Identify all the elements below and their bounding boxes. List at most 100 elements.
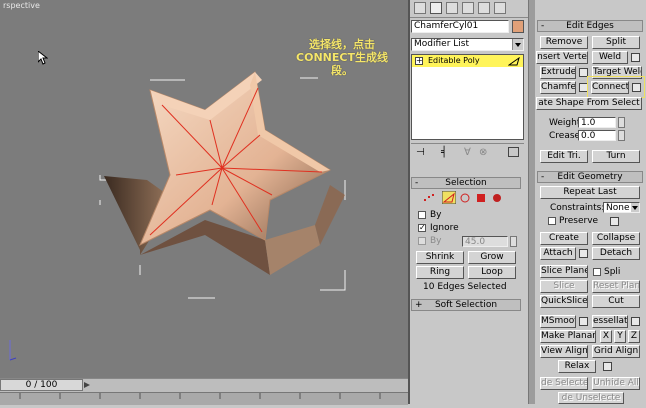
msmooth-button[interactable]: MSmooth: [540, 315, 576, 328]
configure-sets-icon[interactable]: [508, 147, 519, 157]
motion-tab-icon[interactable]: [462, 2, 474, 14]
modifier-list-label: Modifier List: [414, 39, 469, 49]
grow-button[interactable]: Grow: [468, 251, 516, 264]
track-bar[interactable]: [0, 392, 408, 405]
time-slider[interactable]: 0 / 100: [0, 379, 83, 391]
crease-field[interactable]: 0.0: [578, 130, 616, 141]
by-vertex-checkbox[interactable]: [418, 211, 426, 219]
attach-list-icon[interactable]: [579, 249, 588, 258]
detach-button[interactable]: Detach: [592, 247, 640, 260]
remove-modifier-icon[interactable]: ⊗: [479, 147, 487, 158]
polygon-mode-icon[interactable]: [476, 193, 486, 203]
vertex-mode-icon[interactable]: [423, 193, 435, 203]
angle-field[interactable]: 45.0: [462, 236, 508, 247]
ring-button[interactable]: Ring: [416, 266, 464, 279]
preserve-uvs-label: Preserve: [559, 216, 599, 226]
create-button[interactable]: Create: [540, 232, 588, 245]
expand-icon[interactable]: +: [415, 57, 423, 65]
track-ruler: [19, 393, 381, 399]
unhide-all-button[interactable]: Unhide All: [592, 377, 640, 390]
mouse-cursor-icon: [38, 51, 48, 65]
object-color-swatch[interactable]: [512, 20, 524, 33]
weld-button[interactable]: Weld: [592, 51, 628, 64]
make-unique-icon[interactable]: ∀: [464, 147, 471, 158]
selection-rollout-header[interactable]: - Selection: [411, 177, 521, 189]
repeat-last-button[interactable]: Repeat Last: [540, 186, 640, 199]
rollout-title: Soft Selection: [434, 300, 498, 310]
chevron-down-icon[interactable]: [512, 39, 523, 50]
cut-button[interactable]: Cut: [592, 295, 640, 308]
slice-plane-button[interactable]: Slice Plane: [540, 265, 588, 278]
edit-edges-rollout-header[interactable]: - Edit Edges: [537, 20, 643, 32]
hierarchy-tab-icon[interactable]: [446, 2, 458, 14]
relax-settings-icon[interactable]: [603, 362, 612, 371]
create-shape-button[interactable]: ate Shape From Select: [536, 97, 642, 110]
chevron-down-icon[interactable]: [631, 203, 639, 212]
pin-stack-icon[interactable]: ⊣: [416, 147, 425, 158]
by-angle-label: By: [430, 236, 442, 246]
constraints-value: None: [606, 203, 630, 213]
hide-selected-button[interactable]: de Selecte: [540, 377, 588, 390]
annotation-line: 段。: [331, 64, 353, 77]
rollout-title: Edit Geometry: [557, 172, 623, 182]
ignore-backfacing-label: Ignore: [430, 223, 459, 233]
grid-align-button[interactable]: Grid Align: [592, 345, 640, 358]
quickslice-button[interactable]: QuickSlice: [540, 295, 588, 308]
tessellate-settings-icon[interactable]: [631, 317, 640, 326]
command-tabs: [410, 0, 528, 18]
connect-button[interactable]: Connect: [591, 81, 629, 94]
planar-z-button[interactable]: Z: [628, 330, 640, 343]
weight-spinner[interactable]: [618, 117, 625, 128]
loop-button[interactable]: Loop: [468, 266, 516, 279]
edit-geometry-rollout-header[interactable]: - Edit Geometry: [537, 171, 643, 183]
slice-button[interactable]: Slice: [540, 280, 588, 293]
weight-field[interactable]: 1.0: [578, 117, 616, 128]
preserve-uvs-checkbox[interactable]: [548, 217, 556, 225]
msmooth-settings-icon[interactable]: [579, 317, 588, 326]
time-next-icon[interactable]: [83, 381, 91, 389]
modifier-stack[interactable]: + Editable Poly: [411, 54, 524, 140]
preserve-uvs-settings-icon[interactable]: [610, 217, 619, 226]
create-tab-icon[interactable]: [414, 2, 426, 14]
extrude-button[interactable]: Extrude: [540, 66, 576, 79]
hide-unselected-button[interactable]: de Unselecte: [558, 392, 624, 404]
planar-y-button[interactable]: Y: [614, 330, 626, 343]
utilities-tab-icon[interactable]: [494, 2, 506, 14]
object-name-field[interactable]: ChamferCyl01: [411, 20, 509, 33]
edge-mode-icon[interactable]: [442, 191, 456, 204]
view-align-button[interactable]: View Align: [540, 345, 588, 358]
collapse-button[interactable]: Collapse: [592, 232, 640, 245]
turn-button[interactable]: Turn: [592, 150, 640, 163]
perspective-viewport[interactable]: rspective 选择线，点击 CONNECT生成线 段。: [0, 0, 408, 378]
reset-plane-button[interactable]: Reset Plan: [592, 280, 640, 293]
connect-settings-icon[interactable]: [632, 83, 641, 92]
split-button[interactable]: Split: [592, 36, 640, 49]
tessellate-button[interactable]: essellat: [592, 315, 628, 328]
show-end-result-icon[interactable]: ╡: [441, 147, 447, 158]
stack-item-editable-poly[interactable]: + Editable Poly: [412, 55, 523, 67]
panel-scrollbar[interactable]: [528, 0, 535, 404]
selection-status: 10 Edges Selected: [423, 282, 507, 292]
make-planar-button[interactable]: Make Planar: [540, 330, 596, 343]
element-mode-icon[interactable]: [492, 193, 502, 203]
display-tab-icon[interactable]: [478, 2, 490, 14]
modifier-list-dropdown[interactable]: Modifier List: [411, 38, 524, 51]
crease-spinner[interactable]: [618, 130, 625, 141]
ignore-backfacing-checkbox[interactable]: ✓: [418, 224, 426, 232]
constraints-dropdown[interactable]: None: [603, 202, 640, 213]
relax-button[interactable]: Relax: [558, 360, 596, 373]
chamfer-button[interactable]: Chamfer: [540, 81, 576, 94]
angle-spinner[interactable]: [510, 236, 517, 247]
border-mode-icon[interactable]: [459, 193, 471, 203]
split-checkbox[interactable]: [593, 268, 601, 276]
weld-settings-icon[interactable]: [631, 53, 640, 62]
edit-tri-button[interactable]: Edit Tri.: [540, 150, 588, 163]
soft-selection-rollout-header[interactable]: + Soft Selection: [411, 299, 521, 311]
attach-button[interactable]: Attach: [540, 247, 576, 260]
shrink-button[interactable]: Shrink: [416, 251, 464, 264]
by-angle-checkbox[interactable]: [418, 237, 426, 245]
remove-button[interactable]: Remove: [540, 36, 588, 49]
insert-vertex-button[interactable]: nsert Verte: [536, 51, 588, 64]
planar-x-button[interactable]: X: [600, 330, 612, 343]
modify-tab-icon[interactable]: [430, 2, 442, 14]
